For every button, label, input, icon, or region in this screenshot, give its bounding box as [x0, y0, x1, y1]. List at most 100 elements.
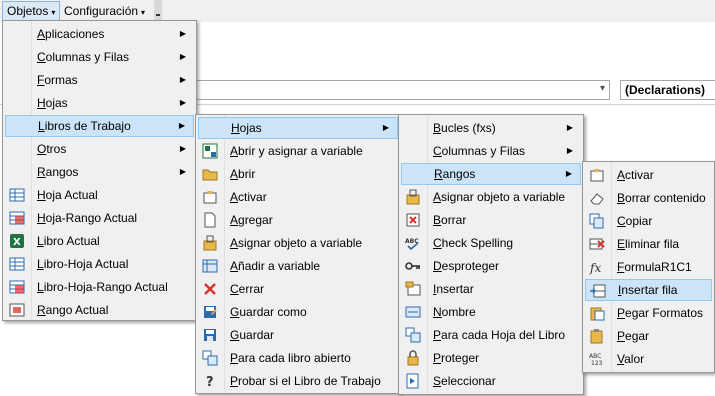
menu-item-pegar-formatos[interactable]: Pegar Formatos [585, 302, 712, 324]
menu-item-asignar-objeto-a-variable[interactable]: Asignar objeto a variable [401, 186, 581, 208]
menu-item-label: Hojas [37, 96, 68, 110]
question-icon: ? [202, 373, 218, 390]
menu-item-bucles-fxs[interactable]: Bucles (fxs) ▶ [401, 117, 581, 139]
folder-icon [202, 166, 218, 182]
menu-item-borrar[interactable]: Borrar [401, 209, 581, 231]
submenu-arrow-icon: ▶ [179, 75, 186, 84]
menu-item-cerrar[interactable]: Cerrar [198, 278, 398, 300]
menu-item-abrir[interactable]: Abrir [198, 163, 398, 185]
menu-item-hojas[interactable]: Hojas ▶ [198, 117, 398, 139]
menu-item-label: Aplicaciones [37, 27, 105, 41]
menu-item-hojas[interactable]: Hojas ▶ [5, 92, 194, 114]
menu-item-nombre[interactable]: Nombre [401, 301, 581, 323]
loop-icon [202, 350, 218, 366]
svg-text:fx: fx [589, 261, 601, 275]
menu-item-pegar[interactable]: Pegar [585, 325, 712, 347]
menu-item-probar-si-el-libro-de-trabajo[interactable]: ? Probar si el Libro de Trabajo [198, 370, 398, 392]
chevron-down-icon[interactable]: ▾ [600, 83, 605, 94]
menu-item-label: Pegar Formatos [617, 306, 704, 320]
save-icon [202, 327, 218, 343]
insert-row-icon [590, 283, 606, 299]
menu-item-asignar-objeto-a-variable[interactable]: Asignar objeto a variable [198, 232, 398, 254]
menu-item-label: Check Spelling [433, 236, 514, 250]
assign-icon [202, 235, 218, 251]
menu-item-anadir-a-variable[interactable]: Añadir a variable [198, 255, 398, 277]
menu-item-rangos[interactable]: Rangos ▶ [5, 161, 194, 183]
menu-item-agregar[interactable]: Agregar [198, 209, 398, 231]
menu-item-label: Cerrar [230, 282, 265, 296]
submenu-arrow-icon: ▶ [565, 169, 572, 178]
submenu-arrow-icon: ▶ [179, 98, 186, 107]
menu-item-label: Rangos [434, 167, 476, 181]
insert-icon [405, 281, 421, 297]
menu-item-activar[interactable]: Activar [585, 164, 712, 186]
menu-item-label: Columnas y Filas [37, 50, 130, 64]
menu-item-label: Insertar fila [618, 283, 678, 297]
menu-item-label: Borrar [433, 213, 467, 227]
menu-item-label: Otros [37, 142, 67, 156]
menu-item-columnas-y-filas[interactable]: Columnas y Filas ▶ [5, 46, 194, 68]
menu-item-label: Abrir y asignar a variable [230, 144, 363, 158]
menu-item-aplicaciones[interactable]: Aplicaciones ▶ [5, 23, 194, 45]
objetos-menu-button[interactable]: Objetos ▾ [2, 1, 61, 21]
menu-item-insertar[interactable]: Insertar [401, 278, 581, 300]
menu-item-activar[interactable]: Activar [198, 186, 398, 208]
submenu-arrow-icon: ▶ [566, 123, 573, 132]
menu-item-label: Agregar [230, 213, 273, 227]
menu-item-libros-de-trabajo[interactable]: Libros de Trabajo ▶ [5, 115, 194, 137]
menu-item-label: FormulaR1C1 [617, 260, 692, 274]
menu-item-insertar-fila[interactable]: Insertar fila [585, 279, 712, 301]
svg-text:?: ? [206, 375, 214, 389]
configuracion-menu-button[interactable]: Configuración ▾ [60, 1, 149, 21]
menu-item-copiar[interactable]: Copiar [585, 210, 712, 232]
menu-item-otros[interactable]: Otros ▶ [5, 138, 194, 160]
fx-icon: fx [589, 259, 605, 275]
menu-item-para-cada-libro-abierto[interactable]: Para cada libro abierto [198, 347, 398, 369]
menu-item-label: Proteger [433, 351, 480, 365]
copy-icon [589, 213, 605, 229]
menu-item-label: Añadir a variable [230, 259, 321, 273]
menu-item-guardar-como[interactable]: Guardar como [198, 301, 398, 323]
lock-icon [405, 350, 421, 366]
menu-item-label: Valor [617, 352, 645, 366]
menu-item-valor[interactable]: ABC 123 Valor [585, 348, 712, 370]
menu-item-formas[interactable]: Formas ▶ [5, 69, 194, 91]
sheet-range-icon [9, 210, 25, 226]
menu-item-abrir-y-asignar-a-variable[interactable]: Abrir y asignar a variable [198, 140, 398, 162]
menu-item-rango-actual[interactable]: Rango Actual [5, 299, 194, 321]
object-combo[interactable]: ▾ [196, 80, 610, 100]
menu-item-seleccionar[interactable]: Seleccionar [401, 370, 581, 392]
menu-item-libro-actual[interactable]: X Libro Actual [5, 230, 194, 252]
menu-item-columnas-y-filas[interactable]: Columnas y Filas ▶ [401, 140, 581, 162]
spelling-icon: ABC [405, 235, 421, 251]
menu-item-libro-hoja-actual[interactable]: Libro-Hoja Actual [5, 253, 194, 275]
menu-item-eliminar-fila[interactable]: Eliminar fila [585, 233, 712, 255]
menu-item-proteger[interactable]: Proteger [401, 347, 581, 369]
name-icon [405, 304, 421, 320]
toolbar-overflow-grip[interactable] [154, 0, 162, 22]
menu-item-libro-hoja-rango-actual[interactable]: Libro-Hoja-Rango Actual [5, 276, 194, 298]
menu-item-guardar[interactable]: Guardar [198, 324, 398, 346]
submenu-arrow-icon: ▶ [179, 52, 186, 61]
new-page-icon [202, 212, 218, 228]
menu-item-check-spelling[interactable]: ABC Check Spelling [401, 232, 581, 254]
menu-item-label: Libros de Trabajo [38, 119, 131, 133]
menu-item-desproteger[interactable]: Desproteger [401, 255, 581, 277]
close-icon [202, 281, 218, 297]
procedure-combo[interactable]: (Declarations) [620, 80, 715, 100]
menu-item-borrar-contenido[interactable]: Borrar contenido [585, 187, 712, 209]
menu-item-formular1c1[interactable]: fx FormulaR1C1 [585, 256, 712, 278]
menu-item-para-cada-hoja-del-libro[interactable]: Para cada Hoja del Libro [401, 324, 581, 346]
submenu-arrow-icon: ▶ [179, 167, 186, 176]
menu-item-hoja-rango-actual[interactable]: Hoja-Rango Actual [5, 207, 194, 229]
libros-de-trabajo-submenu: Hojas ▶ Abrir y asignar a variable Abrir Act… [195, 114, 401, 394]
menu-item-rangos[interactable]: Rangos ▶ [401, 163, 581, 185]
toolbar: Objetos ▾ Configuración ▾ [0, 0, 715, 22]
eraser-icon [589, 190, 605, 206]
menu-item-label: Asignar objeto a variable [230, 236, 363, 250]
menu-item-label: Copiar [617, 214, 653, 228]
menu-item-hoja-actual[interactable]: Hoja Actual [5, 184, 194, 206]
submenu-arrow-icon: ▶ [178, 121, 185, 130]
paste-format-icon [589, 305, 605, 321]
menu-item-label: Bucles (fxs) [433, 121, 496, 135]
